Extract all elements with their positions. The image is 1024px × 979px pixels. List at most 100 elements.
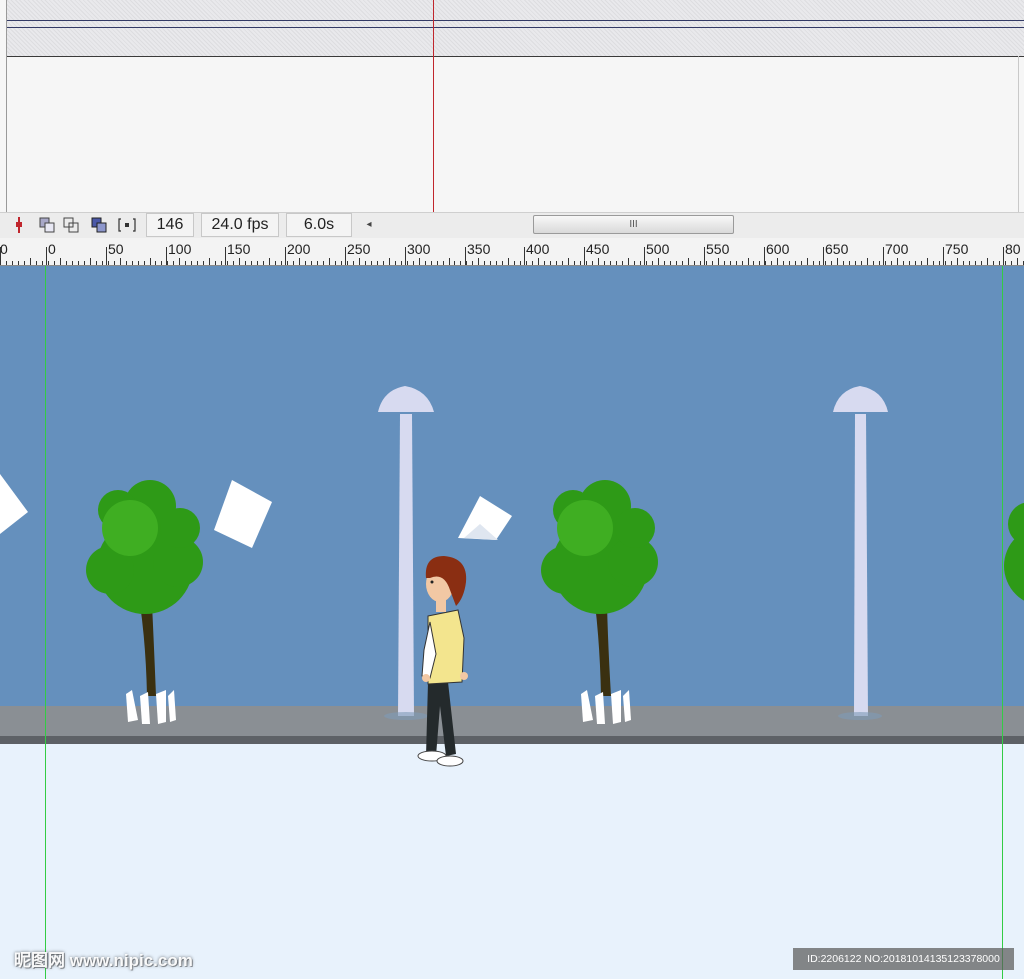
frame-rate-field[interactable]: 24.0 fps <box>201 213 279 237</box>
ruler-tick <box>239 258 240 265</box>
ruler-tick <box>771 261 772 265</box>
horizontal-ruler[interactable]: 0 0 50 100 150 200 250 300 350 400 450 500 550 600 650… <box>0 238 1024 266</box>
ruler-label: 450 <box>586 241 610 257</box>
ruler-tick <box>233 261 234 265</box>
ruler-tick <box>556 261 557 265</box>
scroll-left-arrow-icon[interactable]: ◂ <box>362 217 376 233</box>
edit-multiple-frames-icon[interactable] <box>90 216 108 234</box>
ruler-tick <box>72 261 73 265</box>
ruler-tick <box>78 261 79 265</box>
ruler-tick <box>12 261 13 265</box>
ruler-tick <box>544 261 545 265</box>
ruler-label: 500 <box>646 241 670 257</box>
ruler-tick <box>706 261 707 265</box>
ruler-tick <box>616 261 617 265</box>
ruler-tick <box>285 247 286 265</box>
ruler-tick <box>801 261 802 265</box>
ruler-label: 550 <box>706 241 730 257</box>
ruler-tick <box>329 258 330 265</box>
ruler-tick <box>724 261 725 265</box>
ruler-tick <box>927 258 928 265</box>
ruler-tick <box>1011 261 1012 265</box>
ruler-tick <box>730 261 731 265</box>
ruler-tick <box>383 261 384 265</box>
ruler-tick <box>46 247 47 265</box>
ruler-tick <box>496 261 497 265</box>
ruler-label: 100 <box>168 241 192 257</box>
ruler-tick <box>150 258 151 265</box>
ruler-tick <box>36 261 37 265</box>
scrollbar-thumb[interactable]: III <box>533 215 734 234</box>
ruler-tick <box>712 261 713 265</box>
ruler-label: 400 <box>526 241 550 257</box>
modify-onion-markers-icon[interactable] <box>118 216 136 234</box>
ruler-tick <box>610 261 611 265</box>
ruler-tick <box>341 261 342 265</box>
ruler-tick <box>106 247 107 265</box>
ruler-tick <box>102 261 103 265</box>
ruler-tick <box>42 261 43 265</box>
ruler-tick <box>24 261 25 265</box>
ruler-tick <box>634 261 635 265</box>
current-frame-field[interactable]: 146 <box>146 213 194 237</box>
elapsed-time-field[interactable]: 6.0s <box>286 213 352 237</box>
center-frame-icon[interactable] <box>10 216 28 234</box>
ruler-label: 700 <box>885 241 909 257</box>
ruler-label: 80 <box>1005 241 1021 257</box>
ruler-tick <box>257 261 258 265</box>
ruler-tick <box>263 261 264 265</box>
ruler-tick <box>221 261 222 265</box>
ruler-tick <box>843 261 844 265</box>
ruler-tick <box>353 261 354 265</box>
ruler-tick <box>993 261 994 265</box>
ruler-tick <box>245 261 246 265</box>
ruler-tick <box>987 258 988 265</box>
ruler-tick <box>807 258 808 265</box>
ruler-tick <box>1005 261 1006 265</box>
ruler-tick <box>6 261 7 265</box>
ruler-tick <box>155 261 156 265</box>
ruler-tick <box>909 261 910 265</box>
ruler-tick <box>622 261 623 265</box>
ruler-tick <box>108 261 109 265</box>
ruler-tick <box>933 261 934 265</box>
onion-skin-outlines-icon[interactable] <box>62 216 80 234</box>
ruler-tick <box>54 261 55 265</box>
ruler-label: 200 <box>287 241 311 257</box>
curb <box>0 736 1024 744</box>
ruler-tick <box>466 261 467 265</box>
ruler-tick <box>437 261 438 265</box>
onion-skin-icon[interactable] <box>38 216 56 234</box>
ruler-label: 300 <box>407 241 431 257</box>
timeline-right-edge <box>1018 56 1019 212</box>
ruler-tick <box>789 261 790 265</box>
ruler-tick <box>173 261 174 265</box>
playhead-line[interactable] <box>433 0 434 212</box>
ruler-tick <box>431 261 432 265</box>
stage-canvas[interactable] <box>0 266 1024 979</box>
ruler-tick <box>359 258 360 265</box>
ruler-tick <box>813 261 814 265</box>
ruler-tick <box>281 261 282 265</box>
ruler-tick <box>628 258 629 265</box>
ruler-tick <box>562 261 563 265</box>
ruler-tick <box>514 261 515 265</box>
ruler-tick <box>377 261 378 265</box>
ruler-tick <box>526 261 527 265</box>
timeline-layer-row[interactable] <box>7 0 1024 57</box>
ruler-tick <box>96 261 97 265</box>
ruler-tick <box>293 261 294 265</box>
ruler-tick <box>915 261 916 265</box>
ruler-tick <box>873 261 874 265</box>
ruler-tick <box>981 261 982 265</box>
ruler-tick <box>646 261 647 265</box>
timeline-panel[interactable] <box>0 0 1024 212</box>
ground-area <box>0 744 1024 979</box>
ruler-tick <box>60 258 61 265</box>
ruler-label: 650 <box>825 241 849 257</box>
ruler-tick <box>885 261 886 265</box>
ruler-tick <box>209 258 210 265</box>
ruler-tick <box>849 261 850 265</box>
ruler-tick <box>484 261 485 265</box>
sidewalk <box>0 706 1024 736</box>
